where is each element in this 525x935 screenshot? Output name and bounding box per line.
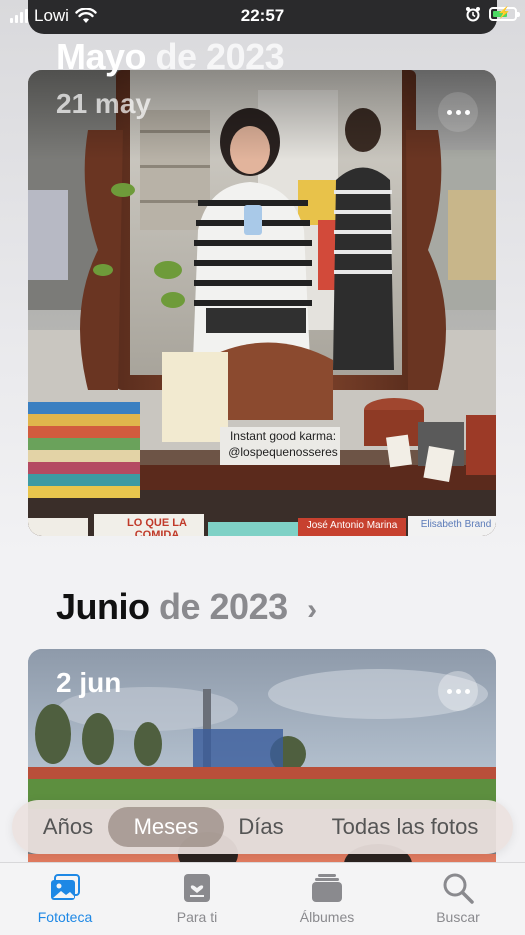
segment-years[interactable]: Años — [26, 807, 110, 847]
photo-sign-line-1: Instant good karma: — [229, 429, 337, 443]
month-name: Mayo — [56, 36, 147, 77]
segment-months[interactable]: Meses — [108, 807, 224, 847]
dot-icon — [464, 688, 470, 694]
view-selector: Años Meses Días Todas las fotos — [12, 800, 513, 854]
status-right: ⚡ — [465, 6, 520, 22]
month-title-june[interactable]: Junio de 2023 › — [56, 586, 317, 628]
tab-for-you[interactable]: Para ti — [142, 871, 252, 925]
month-title-may: Mayo de 2023 — [56, 36, 285, 78]
photo-book-3: Elisabeth Brand — [420, 519, 492, 530]
photo-book-2: José Antonio Marina — [306, 520, 398, 531]
tab-library[interactable]: Fototeca — [10, 871, 120, 925]
tab-label: Para ti — [176, 909, 218, 925]
month-year: de 2023 — [155, 36, 285, 77]
status-bar: Lowi 22:57 ⚡ — [10, 0, 520, 34]
month-card-may[interactable]: Instant good karma: @lospequenosseres LO… — [28, 70, 496, 536]
month-name: Junio — [56, 586, 150, 627]
photo-sign-text: Instant good karma: @lospequenosseres — [224, 428, 342, 460]
alarm-icon — [466, 7, 480, 22]
dot-icon — [446, 688, 452, 694]
battery-icon: ⚡ — [489, 7, 520, 21]
photos-library-icon — [51, 874, 80, 900]
day-label-may: 21 may — [56, 88, 151, 119]
photo-sign-line-2: @lospequenosseres — [228, 445, 338, 459]
tab-albums[interactable]: Álbumes — [272, 871, 382, 925]
tab-bar: Fototeca Para ti Álbumes Buscar — [0, 862, 525, 935]
more-options-button-june[interactable] — [438, 671, 478, 711]
photo-book-1: LO QUE LA COMIDA — [127, 517, 187, 536]
chevron-right-icon: › — [307, 593, 317, 626]
tab-search[interactable]: Buscar — [403, 871, 513, 925]
dot-icon — [464, 109, 470, 115]
signal-icon — [10, 9, 28, 23]
tab-label: Álbumes — [299, 909, 355, 925]
dot-icon — [455, 688, 461, 694]
for-you-icon — [184, 874, 210, 902]
albums-icon — [312, 874, 342, 902]
search-icon — [443, 873, 474, 904]
segment-all-photos[interactable]: Todas las fotos — [310, 807, 500, 847]
dot-icon — [455, 109, 461, 115]
tab-label: Fototeca — [37, 909, 93, 925]
tab-label: Buscar — [436, 909, 480, 925]
dot-icon — [446, 109, 452, 115]
day-label-june: 2 jun — [56, 667, 122, 698]
month-year: de 2023 — [159, 586, 288, 627]
photo-bookshop-mirror — [28, 70, 496, 536]
segment-days[interactable]: Días — [224, 807, 298, 847]
status-time: 22:57 — [240, 6, 285, 25]
more-options-button-may[interactable] — [438, 92, 478, 132]
